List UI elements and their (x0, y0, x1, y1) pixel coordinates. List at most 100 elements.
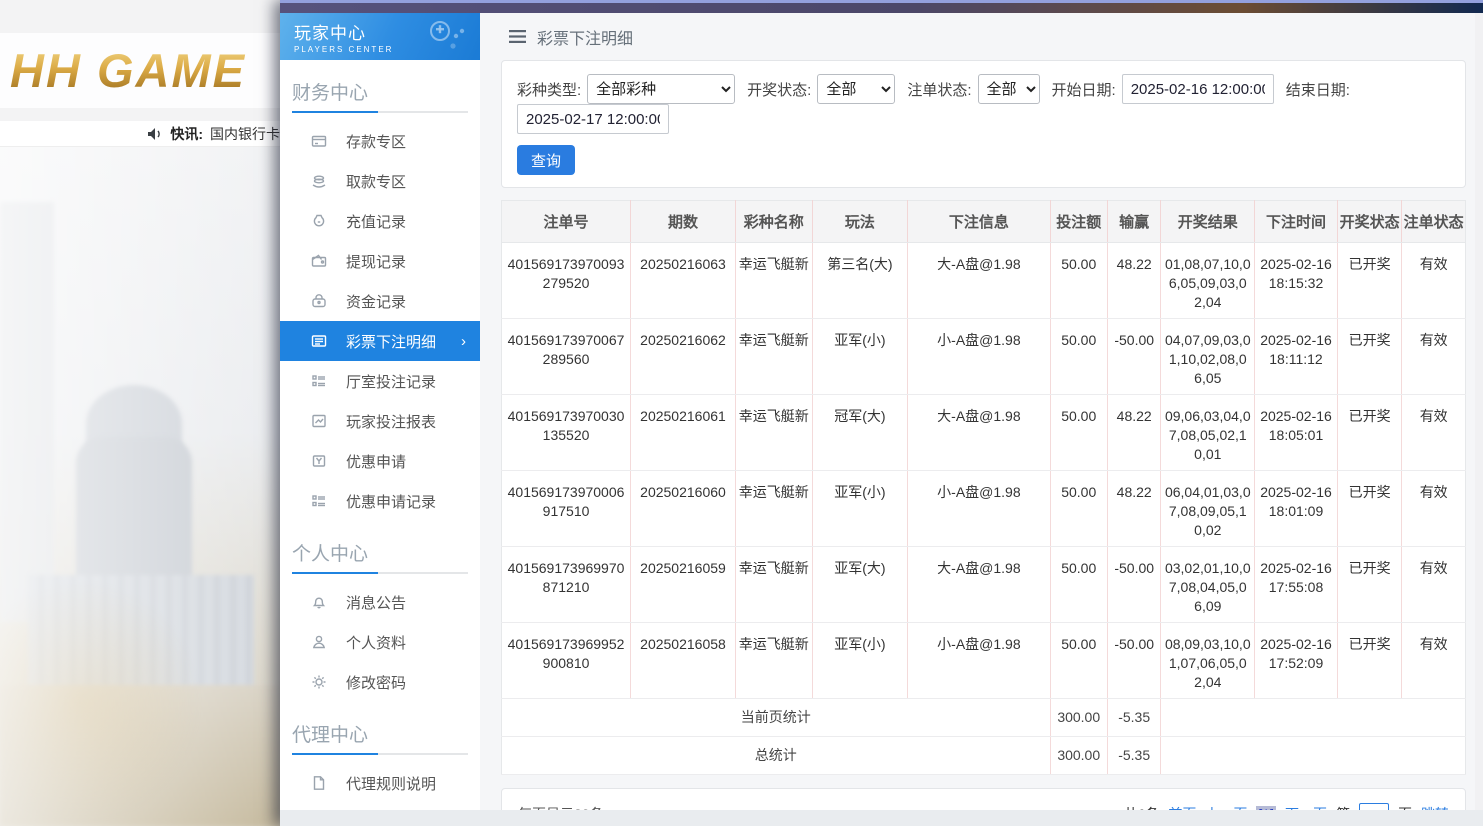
filter-bar: 彩种类型: 全部彩种 开奖状态: 全部 注单状态: 全部 开始日期: 结束日期:… (501, 60, 1466, 188)
summary-label: 当前页统计 (502, 699, 1051, 737)
table-cell: 已开奖 (1337, 319, 1402, 395)
table-cell: 48.22 (1107, 471, 1160, 547)
table-cell: 2025-02-16 18:15:32 (1255, 243, 1338, 319)
sidebar-section-title: 个人中心 (280, 521, 480, 572)
table-cell: 48.22 (1107, 243, 1160, 319)
sidebar-item[interactable]: 资金记录 (280, 281, 480, 321)
sidebar-section-title: 财务中心 (280, 60, 480, 111)
sidebar-item[interactable]: 厅室投注记录 (280, 361, 480, 401)
sidebar-item[interactable]: 玩家投注报表 (280, 401, 480, 441)
table-cell: 50.00 (1050, 319, 1107, 395)
background-site: HH GAME 快讯: 国内银行卡 (0, 0, 280, 826)
sidebar-nav: 财务中心存款专区取款专区充值记录提现记录资金记录彩票下注明细›厅室投注记录玩家投… (280, 60, 480, 810)
city-photo (0, 147, 280, 826)
sidebar-item[interactable]: 取款专区 (280, 161, 480, 201)
end-date-input[interactable] (517, 104, 669, 134)
content-header: 彩票下注明细 (501, 13, 1466, 60)
summary-empty (1161, 737, 1466, 775)
sidebar-item-label: 存款专区 (346, 131, 406, 152)
table-cell: 幸运飞艇新 (735, 395, 812, 471)
sidebar-item-label: 消息公告 (346, 592, 406, 613)
column-header: 投注额 (1050, 201, 1107, 243)
next-page-link[interactable]: 下一页 (1285, 804, 1327, 810)
sidebar-item-label: 优惠申请记录 (346, 491, 436, 512)
first-page-link[interactable]: 首页 (1168, 804, 1196, 810)
end-date-label: 结束日期: (1286, 79, 1350, 100)
panel-bottom-band (280, 810, 1483, 826)
table-cell: 有效 (1402, 623, 1466, 699)
menu-icon[interactable] (509, 30, 526, 43)
table-cell: 06,04,01,03,07,08,09,05,10,02 (1161, 471, 1255, 547)
summary-bet-total: 300.00 (1050, 699, 1107, 737)
table-cell: 已开奖 (1337, 243, 1402, 319)
sidebar-item[interactable]: 修改密码 (280, 662, 480, 702)
sidebar-item-label: 个人资料 (346, 632, 406, 653)
sidebar-item[interactable]: 彩票下注明细› (280, 321, 480, 361)
table-cell: 幸运飞艇新 (735, 243, 812, 319)
table-cell: 幸运飞艇新 (735, 547, 812, 623)
wallet-icon (310, 253, 327, 270)
column-header: 玩法 (812, 201, 908, 243)
column-header: 开奖状态 (1337, 201, 1402, 243)
column-header: 注单状态 (1402, 201, 1466, 243)
sidebar-item-label: 玩家投注报表 (346, 411, 436, 432)
column-header: 下注时间 (1255, 201, 1338, 243)
column-header: 开奖结果 (1161, 201, 1255, 243)
table-cell: 50.00 (1050, 395, 1107, 471)
table-cell: 20250216063 (631, 243, 736, 319)
bet-status-label: 注单状态: (907, 79, 971, 100)
table-cell: 有效 (1402, 547, 1466, 623)
table-cell: 20250216059 (631, 547, 736, 623)
per-page-text: 每页显示20条 (518, 804, 604, 810)
sidebar-item-label: 修改密码 (346, 672, 406, 693)
table-cell: 2025-02-16 17:55:08 (1255, 547, 1338, 623)
table-cell: 08,09,03,10,01,07,06,05,02,04 (1161, 623, 1255, 699)
page-jump-input[interactable] (1359, 803, 1389, 810)
sidebar-item-label: 优惠申请 (346, 451, 406, 472)
table-cell: 已开奖 (1337, 471, 1402, 547)
column-header: 期数 (631, 201, 736, 243)
lottery-type-select[interactable]: 全部彩种 (587, 74, 735, 104)
gear-icon (310, 674, 327, 691)
ticker-label: 快讯: (170, 124, 203, 144)
page-title: 彩票下注明细 (537, 25, 633, 49)
chart-square-icon (310, 413, 327, 430)
table-cell: 03,02,01,10,07,08,04,05,06,09 (1161, 547, 1255, 623)
sidebar-item[interactable]: 代理规则说明 (280, 763, 480, 803)
site-logo-band: HH GAME (0, 33, 280, 108)
scrollbar-track[interactable] (1475, 13, 1483, 810)
section-underline (292, 111, 468, 113)
jump-link[interactable]: 跳转 (1421, 804, 1449, 810)
sidebar-item[interactable]: 代理团队统计 (280, 803, 480, 810)
sidebar-item[interactable]: 优惠申请 (280, 441, 480, 481)
person-icon (310, 634, 327, 651)
start-date-input[interactable] (1122, 74, 1274, 104)
draw-status-select[interactable]: 全部 (817, 74, 895, 104)
current-page[interactable]: [1] (1256, 806, 1276, 810)
sidebar-item[interactable]: 消息公告 (280, 582, 480, 622)
column-header: 输赢 (1107, 201, 1160, 243)
table-cell: 有效 (1402, 471, 1466, 547)
sidebar-item[interactable]: 充值记录 (280, 201, 480, 241)
table-cell: 第三名(大) (812, 243, 908, 319)
sidebar-item[interactable]: 个人资料 (280, 622, 480, 662)
bet-status-select[interactable]: 全部 (978, 74, 1040, 104)
section-underline (292, 572, 468, 574)
table-cell: -50.00 (1107, 623, 1160, 699)
sidebar-item-label: 充值记录 (346, 211, 406, 232)
sidebar-item[interactable]: 提现记录 (280, 241, 480, 281)
sidebar-item[interactable]: 存款专区 (280, 121, 480, 161)
prev-page-link[interactable]: 上一页 (1205, 804, 1247, 810)
table-cell: 已开奖 (1337, 623, 1402, 699)
query-button[interactable]: 查询 (517, 145, 575, 175)
main-content: 彩票下注明细 彩种类型: 全部彩种 开奖状态: 全部 注单状态: 全部 开始日期… (480, 13, 1483, 810)
table-cell: 已开奖 (1337, 547, 1402, 623)
list-bullets-icon (310, 493, 327, 510)
ticker-text: 国内银行卡 (210, 124, 280, 144)
sidebar-item[interactable]: 优惠申请记录 (280, 481, 480, 521)
column-header: 彩种名称 (735, 201, 812, 243)
table-cell: 401569173969970871210 (502, 547, 631, 623)
table-row: 40156917396997087121020250216059幸运飞艇新亚军(… (502, 547, 1466, 623)
bet-table-wrap: 注单号期数彩种名称玩法下注信息投注额输赢开奖结果下注时间开奖状态注单状态4015… (501, 200, 1466, 775)
table-cell: 小-A盘@1.98 (908, 471, 1050, 547)
